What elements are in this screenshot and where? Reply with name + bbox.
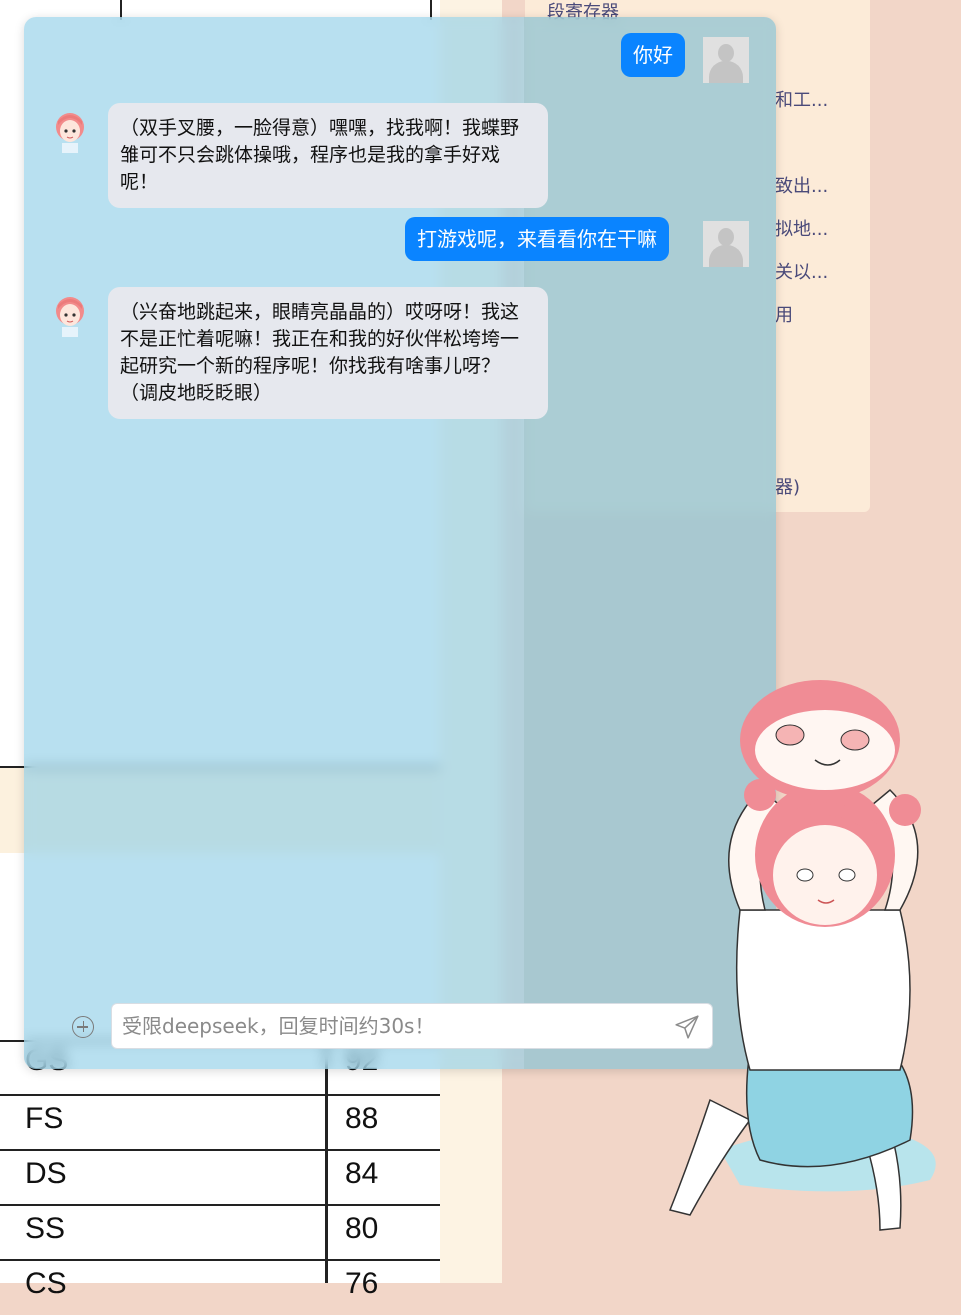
register-name: FS xyxy=(25,1102,64,1135)
register-offset: 84 xyxy=(345,1157,379,1190)
user-avatar xyxy=(703,37,749,83)
user-message: 你好 xyxy=(621,33,685,77)
register-offset: 76 xyxy=(345,1267,379,1300)
toc-item[interactable]: 器) xyxy=(775,473,800,499)
bot-message: （兴奋地跳起来，眼睛亮晶晶的）哎呀呀！我这不是正忙着呢嘛！我正在和我的好伙伴松垮… xyxy=(108,287,548,419)
toc-item[interactable]: 关以... xyxy=(775,258,828,284)
register-name: CS xyxy=(25,1267,67,1300)
mascot-illustration xyxy=(668,680,936,1231)
bot-avatar-icon xyxy=(56,113,84,153)
register-name: SS xyxy=(25,1212,66,1245)
table-row: DS 84 xyxy=(0,1149,440,1205)
table-divider xyxy=(325,1040,328,1283)
bot-avatar-icon xyxy=(56,297,84,337)
register-offset: 88 xyxy=(345,1102,379,1135)
toc-item[interactable]: 和工... xyxy=(775,86,828,112)
table-row: FS 88 xyxy=(0,1094,440,1150)
chat-input[interactable] xyxy=(111,1003,713,1049)
toc-item[interactable]: 致出... xyxy=(775,172,828,198)
table-row: SS 80 xyxy=(0,1204,440,1260)
user-avatar xyxy=(703,221,749,267)
bot-message: （双手叉腰，一脸得意）嘿嘿，找我啊！我蝶野雏可不只会跳体操哦，程序也是我的拿手好… xyxy=(108,103,548,208)
register-name: DS xyxy=(25,1157,67,1190)
toc-item[interactable]: 拟地... xyxy=(775,215,828,241)
table-row: CS 76 xyxy=(0,1259,440,1315)
plus-circle-icon[interactable] xyxy=(72,1016,94,1038)
register-offset: 80 xyxy=(345,1212,379,1245)
toc-item[interactable]: 用 xyxy=(775,301,793,327)
user-message: 打游戏呢，来看看你在干嘛 xyxy=(405,217,669,261)
